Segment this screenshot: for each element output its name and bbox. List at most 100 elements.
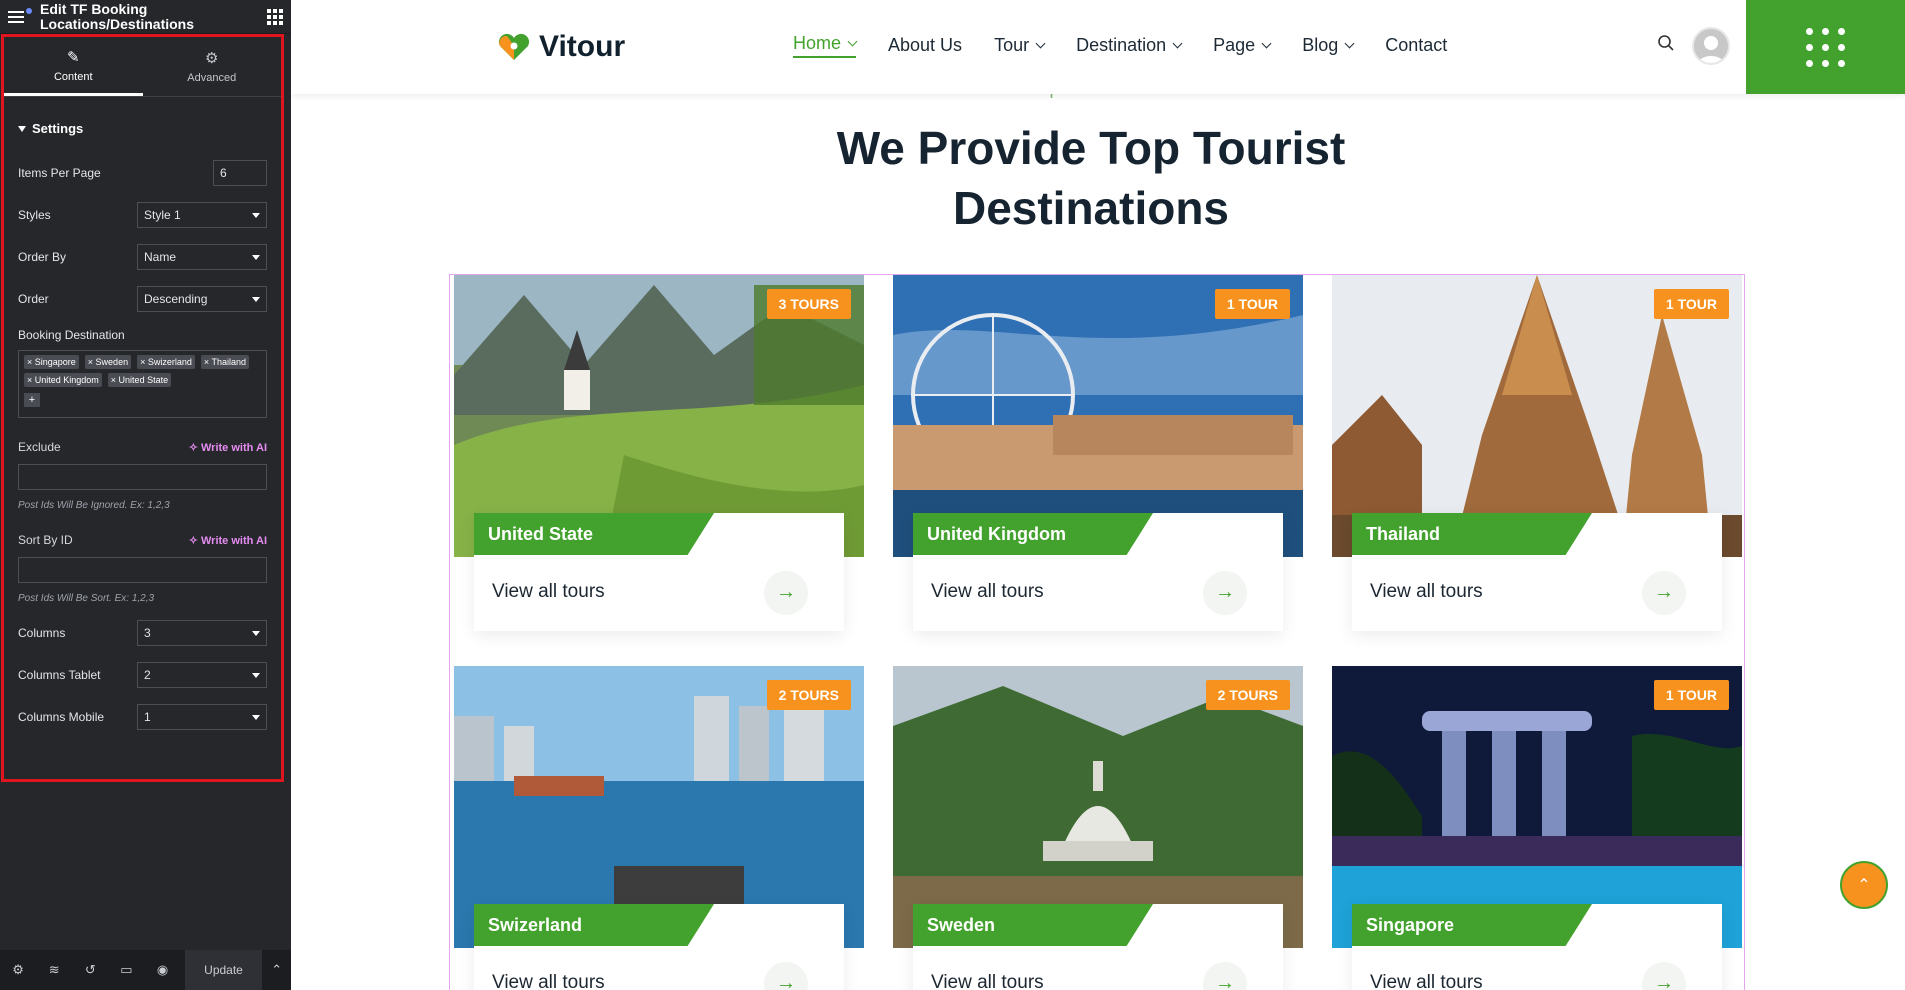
sort-by-id-input[interactable]	[18, 557, 267, 583]
destination-tag[interactable]: × Thailand	[200, 355, 249, 369]
arrow-right-icon[interactable]: →	[1642, 962, 1686, 990]
columns-tablet-select[interactable]: 2	[137, 662, 267, 688]
exclude-ai-label: Write with AI	[201, 441, 267, 454]
destination-card[interactable]: 3 TOURS United State View all tours →	[454, 275, 864, 631]
order-by-select[interactable]: Name	[137, 244, 267, 270]
view-all-tours-link[interactable]: View all tours	[931, 581, 1044, 603]
card-info: Thailand View all tours →	[1352, 513, 1722, 631]
order-value: Descending	[144, 292, 208, 306]
arrow-right-icon[interactable]: →	[1203, 571, 1247, 615]
layers-icon[interactable]: ≋	[36, 962, 72, 978]
chevron-down-icon	[1035, 38, 1046, 49]
arrow-right-icon[interactable]: →	[764, 571, 808, 615]
destination-name[interactable]: Singapore	[1352, 904, 1592, 946]
sort-by-id-write-with-ai-button[interactable]: ✧ Write with AI	[189, 534, 267, 547]
destination-tag[interactable]: × Swizerland	[137, 355, 195, 369]
site-preview: Explore the world Vitour Home About Us T…	[291, 0, 1905, 990]
columns-tablet-control: Columns Tablet 2	[18, 654, 267, 696]
nav-destination[interactable]: Destination	[1076, 33, 1183, 58]
chevron-down-icon	[847, 36, 858, 47]
columns-mobile-control: Columns Mobile 1	[18, 696, 267, 738]
destination-tag[interactable]: × United State	[107, 373, 172, 387]
nav-tour[interactable]: Tour	[994, 33, 1046, 58]
destination-tag[interactable]: × Sweden	[84, 355, 132, 369]
search-icon[interactable]	[1657, 34, 1675, 52]
tab-content[interactable]: ✎ Content	[4, 37, 143, 96]
view-all-tours-link[interactable]: View all tours	[492, 972, 605, 990]
order-select[interactable]: Descending	[137, 286, 267, 312]
dropdown-arrow-icon	[252, 714, 260, 720]
preview-eye-icon[interactable]: ◉	[144, 962, 180, 978]
destination-name[interactable]: Sweden	[913, 904, 1153, 946]
destination-name[interactable]: United Kingdom	[913, 513, 1153, 555]
card-info: Singapore View all tours →	[1352, 904, 1722, 990]
settings-gear-icon[interactable]: ⚙	[0, 962, 36, 978]
site-header: Vitour Home About Us Tour Destination Pa…	[291, 0, 1905, 94]
destination-card[interactable]: 2 TOURS Sweden View all tours →	[893, 666, 1303, 990]
view-all-tours-link[interactable]: View all tours	[492, 581, 605, 603]
tour-count-badge: 2 TOURS	[766, 680, 851, 710]
destination-card[interactable]: 1 TOUR Singapore View all tours →	[1332, 666, 1742, 990]
destination-name[interactable]: Thailand	[1352, 513, 1592, 555]
editor-tabs: ✎ Content ⚙ Advanced	[4, 37, 281, 97]
widgets-grid-icon[interactable]	[267, 8, 283, 25]
card-info: Sweden View all tours →	[913, 904, 1283, 990]
columns-select[interactable]: 3	[137, 620, 267, 646]
hamburger-menu-icon[interactable]	[8, 6, 32, 28]
back-to-top-button[interactable]: ⌃	[1840, 861, 1888, 909]
booking-destination-multiselect[interactable]: × Singapore × Sweden × Swizerland × Thai…	[18, 350, 267, 418]
user-silhouette-icon	[1697, 36, 1725, 63]
nav-blog-label: Blog	[1302, 35, 1339, 55]
columns-value: 3	[144, 626, 151, 640]
view-all-tours-link[interactable]: View all tours	[1370, 972, 1483, 990]
user-avatar[interactable]	[1692, 27, 1730, 65]
sort-by-id-hint: Post Ids Will Be Sort. Ex: 1,2,3	[18, 593, 155, 604]
nav-contact[interactable]: Contact	[1385, 33, 1447, 58]
offcanvas-menu-button[interactable]	[1746, 0, 1905, 94]
destination-card[interactable]: 2 TOURS Swizerland View all tours →	[454, 666, 864, 990]
add-destination-button[interactable]: +	[24, 393, 40, 407]
editor-footer: ⚙ ≋ ↺ ▭ ◉ Update ⌃	[0, 950, 291, 990]
nav-home[interactable]: Home	[793, 33, 858, 58]
sort-by-id-control: Sort By ID ✧ Write with AI	[18, 533, 267, 547]
arrow-right-icon[interactable]: →	[764, 962, 808, 990]
nav-page[interactable]: Page	[1213, 33, 1272, 58]
nav-blog[interactable]: Blog	[1302, 33, 1355, 58]
columns-mobile-label: Columns Mobile	[18, 710, 105, 724]
gear-icon: ⚙	[205, 50, 219, 67]
nav-about[interactable]: About Us	[888, 33, 962, 58]
sort-by-id-label: Sort By ID	[18, 533, 73, 547]
dropdown-arrow-icon	[252, 630, 260, 636]
exclude-control: Exclude ✧ Write with AI	[18, 440, 267, 454]
editor-panel: Edit TF Booking Locations/Destinations ✎…	[0, 0, 291, 990]
history-icon[interactable]: ↺	[72, 962, 108, 978]
destination-tag[interactable]: × Singapore	[24, 355, 79, 369]
chevron-up-icon[interactable]: ⌃	[262, 962, 291, 978]
destination-tag[interactable]: × United Kingdom	[24, 373, 102, 387]
styles-select[interactable]: Style 1	[137, 202, 267, 228]
styles-label: Styles	[18, 208, 51, 222]
responsive-mode-icon[interactable]: ▭	[108, 962, 144, 978]
pencil-icon: ✎	[66, 48, 80, 66]
dropdown-arrow-icon	[252, 672, 260, 678]
destination-name[interactable]: Swizerland	[474, 904, 714, 946]
arrow-right-icon[interactable]: →	[1203, 962, 1247, 990]
view-all-tours-link[interactable]: View all tours	[1370, 581, 1483, 603]
destination-card[interactable]: 1 TOUR Thailand View all tours →	[1332, 275, 1742, 631]
exclude-input[interactable]	[18, 464, 267, 490]
items-per-page-input[interactable]: 6	[213, 160, 267, 186]
items-per-page-control: Items Per Page 6	[18, 152, 267, 194]
destination-card[interactable]: 1 TOUR United Kingdom View all tours →	[893, 275, 1303, 631]
site-logo[interactable]: Vitour	[497, 30, 625, 64]
columns-mobile-select[interactable]: 1	[137, 704, 267, 730]
order-by-control: Order By Name	[18, 236, 267, 278]
destination-name[interactable]: United State	[474, 513, 714, 555]
view-all-tours-link[interactable]: View all tours	[931, 972, 1044, 990]
update-button[interactable]: Update	[184, 950, 263, 990]
tab-advanced[interactable]: ⚙ Advanced	[143, 37, 282, 96]
chevron-down-icon	[1261, 38, 1272, 49]
exclude-write-with-ai-button[interactable]: ✧ Write with AI	[189, 441, 267, 454]
arrow-right-icon[interactable]: →	[1642, 571, 1686, 615]
settings-section-toggle[interactable]: Settings	[18, 121, 267, 136]
nav-about-label: About Us	[888, 35, 963, 55]
